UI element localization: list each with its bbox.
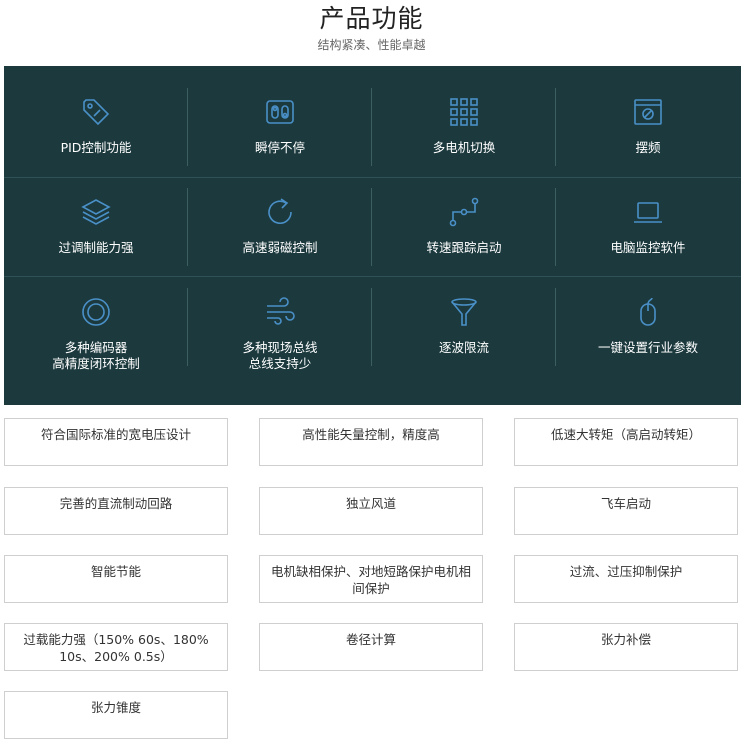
switch-icon <box>264 96 296 128</box>
funnel-icon <box>448 296 480 328</box>
grid-icon <box>448 96 480 128</box>
feature-box: 飞车启动 <box>514 487 738 535</box>
function-label: 摆频 <box>635 140 661 155</box>
function-label: PID控制功能 <box>60 140 132 155</box>
feature-box: 独立风道 <box>259 487 483 535</box>
function-item-current-limit: 逐波限流 <box>372 286 556 368</box>
page-title: 产品功能 <box>319 4 424 33</box>
function-label: 多种现场总线 总线支持少 <box>242 340 318 371</box>
function-item-ride-through: 瞬停不停 <box>188 86 372 168</box>
function-label: 转速跟踪启动 <box>426 240 502 255</box>
function-item-pc-monitor: 电脑监控软件 <box>556 186 740 268</box>
feature-box: 智能节能 <box>4 555 228 603</box>
layers-icon <box>80 196 112 228</box>
function-label: 瞬停不停 <box>254 140 305 155</box>
feature-box: 过载能力强（150% 60s、180% 10s、200% 0.5s） <box>4 623 228 671</box>
feature-box: 卷径计算 <box>259 623 483 671</box>
window-icon <box>632 96 664 128</box>
function-label: 电脑监控软件 <box>610 240 686 255</box>
function-panel: PID控制功能 瞬停不停 多电机切换 摆频 过调制能力强 高速弱磁控制 转速跟踪… <box>4 66 741 405</box>
function-label: 一键设置行业参数 <box>597 340 698 355</box>
function-label: 多电机切换 <box>432 140 496 155</box>
function-item-multi-motor: 多电机切换 <box>372 86 556 168</box>
function-item-one-key-setup: 一键设置行业参数 <box>556 286 740 368</box>
path-icon <box>448 196 480 228</box>
function-label: 多种编码器 高精度闭环控制 <box>52 340 140 371</box>
refresh-icon <box>264 196 296 228</box>
feature-box: 张力锥度 <box>4 691 228 739</box>
laptop-icon <box>632 196 664 228</box>
tag-icon <box>80 96 112 128</box>
function-item-speed-tracking: 转速跟踪启动 <box>372 186 556 268</box>
feature-box: 高性能矢量控制，精度高 <box>259 418 483 466</box>
function-label: 高速弱磁控制 <box>242 240 318 255</box>
function-row: 过调制能力强 高速弱磁控制 转速跟踪启动 电脑监控软件 <box>4 186 741 285</box>
function-item-encoders: 多种编码器 高精度闭环控制 <box>4 286 188 371</box>
target-icon <box>80 296 112 328</box>
function-item-fieldbus: 多种现场总线 总线支持少 <box>188 286 372 371</box>
function-label: 过调制能力强 <box>58 240 134 255</box>
feature-box: 过流、过压抑制保护 <box>514 555 738 603</box>
feature-box: 电机缺相保护、对地短路保护电机相间保护 <box>259 555 483 603</box>
wind-icon <box>264 296 296 328</box>
function-label: 逐波限流 <box>438 340 489 355</box>
function-item-wobble: 摆频 <box>556 86 740 168</box>
function-item-pid: PID控制功能 <box>4 86 188 168</box>
feature-box: 完善的直流制动回路 <box>4 487 228 535</box>
function-item-field-weakening: 高速弱磁控制 <box>188 186 372 268</box>
feature-box: 张力补偿 <box>514 623 738 671</box>
mouse-icon <box>632 296 664 328</box>
function-row: PID控制功能 瞬停不停 多电机切换 摆频 <box>4 86 741 185</box>
page-subtitle: 结构紧凑、性能卓越 <box>317 38 426 52</box>
feature-box: 符合国际标准的宽电压设计 <box>4 418 228 466</box>
section-header: 产品功能 结构紧凑、性能卓越 <box>0 0 743 66</box>
function-row: 多种编码器 高精度闭环控制 多种现场总线 总线支持少 逐波限流 一键设置行业参数 <box>4 286 741 385</box>
feature-box: 低速大转矩（高启动转矩） <box>514 418 738 466</box>
function-item-overmodulation: 过调制能力强 <box>4 186 188 268</box>
